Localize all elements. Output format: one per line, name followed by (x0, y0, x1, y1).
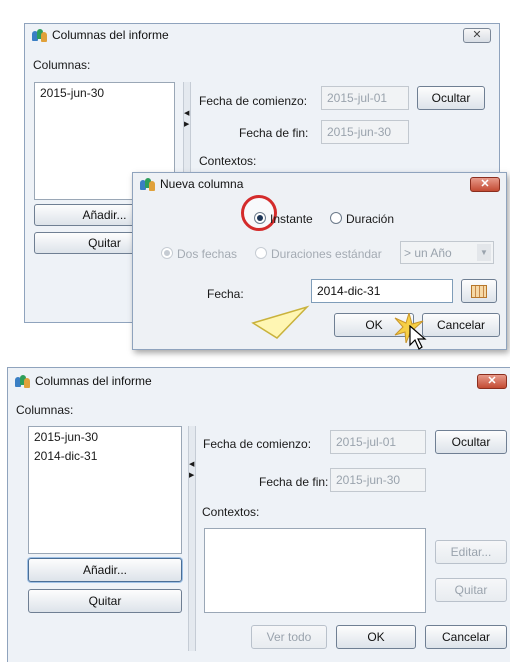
period-select[interactable]: > un Año ▼ (400, 241, 494, 264)
top-close-button[interactable]: ✕ (463, 28, 491, 43)
users-icon (32, 28, 47, 42)
splitter-left-arrow-icon: ◀ (184, 110, 190, 117)
top-end-field[interactable]: 2015-jun-30 (321, 120, 409, 144)
list-item[interactable]: 2015-jun-30 (35, 83, 174, 102)
top-start-field[interactable]: 2015-jul-01 (321, 86, 409, 110)
date-label: Fecha: (207, 287, 244, 301)
standard-durations-label: Duraciones estándar (271, 247, 382, 261)
two-dates-radio[interactable] (161, 247, 173, 259)
edit-context-button[interactable]: Editar... (435, 540, 507, 564)
bottom-contexts-label: Contextos: (202, 505, 260, 519)
bottom-columns-list[interactable]: 2015-jun-30 2014-dic-31 (28, 426, 182, 554)
bottom-hide-button[interactable]: Ocultar (435, 430, 507, 454)
bottom-title-bar: Columnas del informe (8, 370, 510, 392)
bottom-end-field[interactable]: 2015-jun-30 (330, 468, 426, 492)
top-contexts-label: Contextos: (199, 154, 257, 168)
two-dates-label: Dos fechas (177, 247, 238, 261)
bottom-cancel-button[interactable]: Cancelar (425, 625, 507, 649)
period-select-value: > un Año (404, 245, 452, 260)
instant-label: Instante (270, 212, 313, 226)
list-item[interactable]: 2014-dic-31 (29, 446, 181, 465)
bottom-report-columns-dialog: Columnas del informe ✕ Columnas: 2015-ju… (7, 367, 510, 662)
duration-label: Duración (346, 212, 395, 226)
new-column-cancel-button[interactable]: Cancelar (422, 313, 500, 337)
list-item[interactable]: 2015-jun-30 (29, 427, 181, 446)
users-icon (15, 374, 30, 388)
bottom-ok-button[interactable]: OK (336, 625, 416, 649)
bottom-start-field[interactable]: 2015-jul-01 (330, 430, 426, 454)
splitter-left-arrow-icon: ◀ (189, 461, 195, 468)
new-column-title-bar: Nueva columna (133, 173, 506, 195)
calendar-button[interactable] (461, 279, 497, 303)
bottom-start-label: Fecha de comienzo: (203, 437, 312, 451)
standard-durations-radio[interactable] (255, 247, 267, 259)
top-title-bar: Columnas del informe (25, 24, 499, 46)
top-hide-button[interactable]: Ocultar (417, 86, 485, 110)
top-start-label: Fecha de comienzo: (199, 94, 308, 108)
top-columns-label: Columnas: (33, 58, 91, 72)
remove-context-button[interactable]: Quitar (435, 578, 507, 602)
splitter-right-arrow-icon: ▶ (184, 121, 190, 128)
bottom-columns-label: Columnas: (16, 403, 74, 417)
pointer-arrow-icon (251, 305, 310, 339)
instant-radio[interactable] (254, 212, 266, 224)
contexts-list[interactable] (204, 528, 426, 613)
users-icon (140, 177, 155, 191)
bottom-end-label: Fecha de fin: (259, 475, 329, 489)
new-column-close-button[interactable]: ✕ (470, 177, 500, 192)
bottom-remove-button[interactable]: Quitar (28, 589, 182, 613)
top-dialog-title: Columnas del informe (52, 28, 169, 42)
bottom-dialog-title: Columnas del informe (35, 374, 152, 388)
calendar-icon (471, 284, 487, 298)
see-all-button[interactable]: Ver todo (251, 625, 327, 649)
splitter-right-arrow-icon: ▶ (189, 472, 195, 479)
new-column-dialog: Nueva columna ✕ Instante Duración Dos fe… (132, 172, 507, 350)
bottom-close-button[interactable]: ✕ (477, 374, 507, 389)
duration-radio[interactable] (330, 212, 342, 224)
bottom-add-button[interactable]: Añadir... (28, 558, 182, 582)
new-column-title: Nueva columna (160, 177, 244, 191)
chevron-down-icon: ▼ (477, 244, 491, 261)
date-input[interactable]: 2014-dic-31 (311, 279, 453, 303)
top-end-label: Fecha de fin: (239, 126, 309, 140)
mouse-cursor-icon (409, 325, 427, 350)
